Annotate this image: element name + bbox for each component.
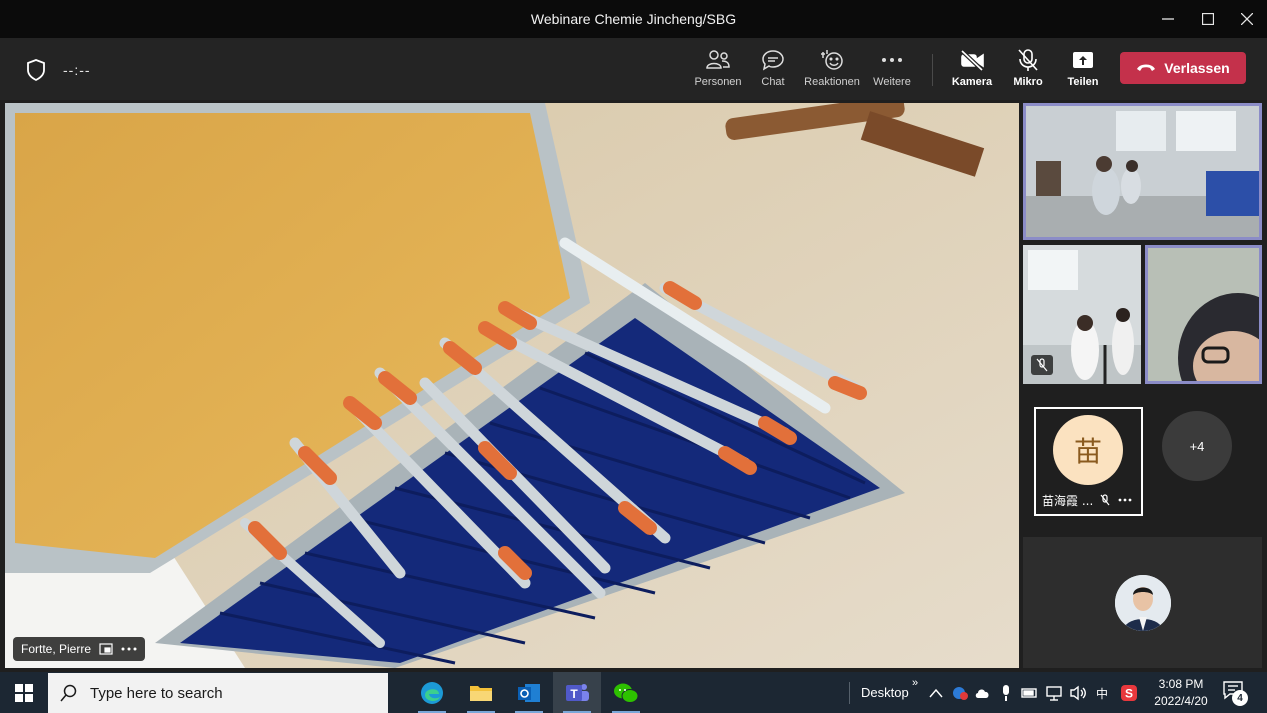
- teams-icon: T: [566, 683, 589, 701]
- leave-button[interactable]: Verlassen: [1120, 52, 1246, 84]
- speaker-name-tag: Fortte, Pierre: [13, 637, 146, 661]
- system-clock[interactable]: 3:08 PM 2022/4/20: [1146, 676, 1216, 710]
- title-bar: Webinare Chemie Jincheng/SBG: [0, 0, 1267, 38]
- close-icon: [1241, 13, 1253, 25]
- more-options-icon[interactable]: [121, 647, 137, 651]
- wechat-icon: [614, 683, 639, 703]
- more-dots-icon: [882, 58, 902, 62]
- taskbar-search[interactable]: Type here to search: [48, 673, 388, 713]
- toolbar-expand-icon[interactable]: »: [906, 674, 924, 692]
- reactions-label: Reaktionen: [804, 76, 860, 88]
- participant-video-face[interactable]: [1145, 245, 1262, 384]
- self-avatar: [1115, 575, 1171, 631]
- speaker-name: Fortte, Pierre: [21, 642, 92, 656]
- microphone-icon[interactable]: [1000, 684, 1012, 702]
- cloud-sync-icon[interactable]: [974, 685, 992, 701]
- search-icon: [60, 684, 77, 702]
- muted-badge: [1031, 355, 1053, 375]
- minimize-icon: [1162, 18, 1174, 20]
- chat-icon: [762, 50, 784, 71]
- clock-time: 3:08 PM: [1158, 677, 1204, 691]
- search-placeholder: Type here to search: [90, 684, 223, 702]
- outlook-icon: [518, 683, 540, 702]
- camera-label: Kamera: [951, 76, 993, 88]
- maximize-icon: [1202, 13, 1214, 25]
- main-video: WAO: [5, 103, 1019, 668]
- meeting-toolbar: --:-- Personen Chat Reaktionen Weitere K…: [0, 38, 1267, 100]
- participant-tile-avatar[interactable]: 苗 苗海霞 ...: [1034, 407, 1143, 516]
- teams-app[interactable]: T: [553, 672, 601, 713]
- edge-icon: [421, 681, 443, 704]
- start-button[interactable]: [0, 672, 47, 713]
- taskbar-divider: [849, 682, 850, 704]
- mic-off-icon: [1018, 49, 1038, 71]
- notification-badge: 4: [1232, 690, 1248, 706]
- share-button[interactable]: Teilen: [1051, 48, 1115, 94]
- window-title: Webinare Chemie Jincheng/SBG: [530, 11, 737, 27]
- network-icon[interactable]: [1045, 685, 1063, 701]
- self-video-tile: [1023, 537, 1262, 668]
- face-video-frame: [1148, 248, 1259, 381]
- file-explorer-app[interactable]: [457, 672, 505, 713]
- mic-off-icon: [1100, 494, 1110, 506]
- people-icon: [706, 50, 730, 69]
- more-participants-button[interactable]: +4: [1162, 411, 1232, 481]
- svg-text:S: S: [1125, 687, 1133, 701]
- meeting-timer: --:--: [63, 62, 91, 78]
- more-button[interactable]: Weitere: [860, 48, 924, 94]
- participant-name: 苗海霞 ...: [1042, 494, 1094, 508]
- ime-indicator[interactable]: 中: [1093, 684, 1111, 702]
- clock-date: 2022/4/20: [1154, 694, 1208, 708]
- maximize-button[interactable]: [1188, 0, 1228, 38]
- more-options-icon[interactable]: [1118, 498, 1132, 502]
- close-button[interactable]: [1227, 0, 1267, 38]
- chat-button[interactable]: Chat: [741, 48, 805, 94]
- share-icon: [1073, 52, 1093, 68]
- chevron-up-icon[interactable]: [929, 688, 943, 698]
- hangup-icon: [1137, 64, 1156, 71]
- self-avatar-image: [1115, 575, 1171, 631]
- edge-app[interactable]: [408, 672, 456, 713]
- camera-off-icon: [960, 49, 984, 71]
- reactions-icon: [821, 50, 843, 70]
- battery-icon[interactable]: [1021, 686, 1039, 700]
- mic-label: Mikro: [1013, 76, 1043, 88]
- chat-label: Chat: [761, 76, 785, 88]
- notification-center-button[interactable]: 4: [1222, 680, 1252, 706]
- participant-video-lab[interactable]: [1023, 103, 1262, 240]
- sogou-input-icon[interactable]: S: [1120, 684, 1138, 702]
- network-error-icon[interactable]: [951, 685, 969, 701]
- pin-video-icon[interactable]: [99, 643, 113, 655]
- people-label: Personen: [694, 76, 742, 88]
- windows-logo-icon: [14, 683, 33, 702]
- toolbar-divider: [932, 54, 933, 86]
- outlook-app[interactable]: [505, 672, 553, 713]
- avatar: 苗: [1053, 415, 1123, 485]
- more-label: Weitere: [873, 76, 911, 88]
- mic-off-icon: [1036, 358, 1048, 372]
- minimize-button[interactable]: [1148, 0, 1188, 38]
- windows-taskbar: Type here to search T Desktop » 中 S 3:08…: [0, 672, 1267, 713]
- leave-label: Verlassen: [1164, 60, 1230, 76]
- lab-video-frame: [1026, 106, 1259, 237]
- camera-button[interactable]: Kamera: [940, 48, 1004, 94]
- svg-text:T: T: [570, 687, 578, 701]
- shield-icon: [27, 59, 45, 82]
- wechat-app[interactable]: [602, 672, 650, 713]
- share-label: Teilen: [1067, 76, 1099, 88]
- reactions-button[interactable]: Reaktionen: [800, 48, 864, 94]
- participant-video-lab-2[interactable]: [1023, 245, 1141, 384]
- volume-icon[interactable]: [1069, 685, 1087, 701]
- folder-icon: [470, 685, 492, 701]
- main-video-frame: WAO: [5, 103, 1019, 668]
- desktop-toolbar[interactable]: Desktop: [861, 685, 909, 700]
